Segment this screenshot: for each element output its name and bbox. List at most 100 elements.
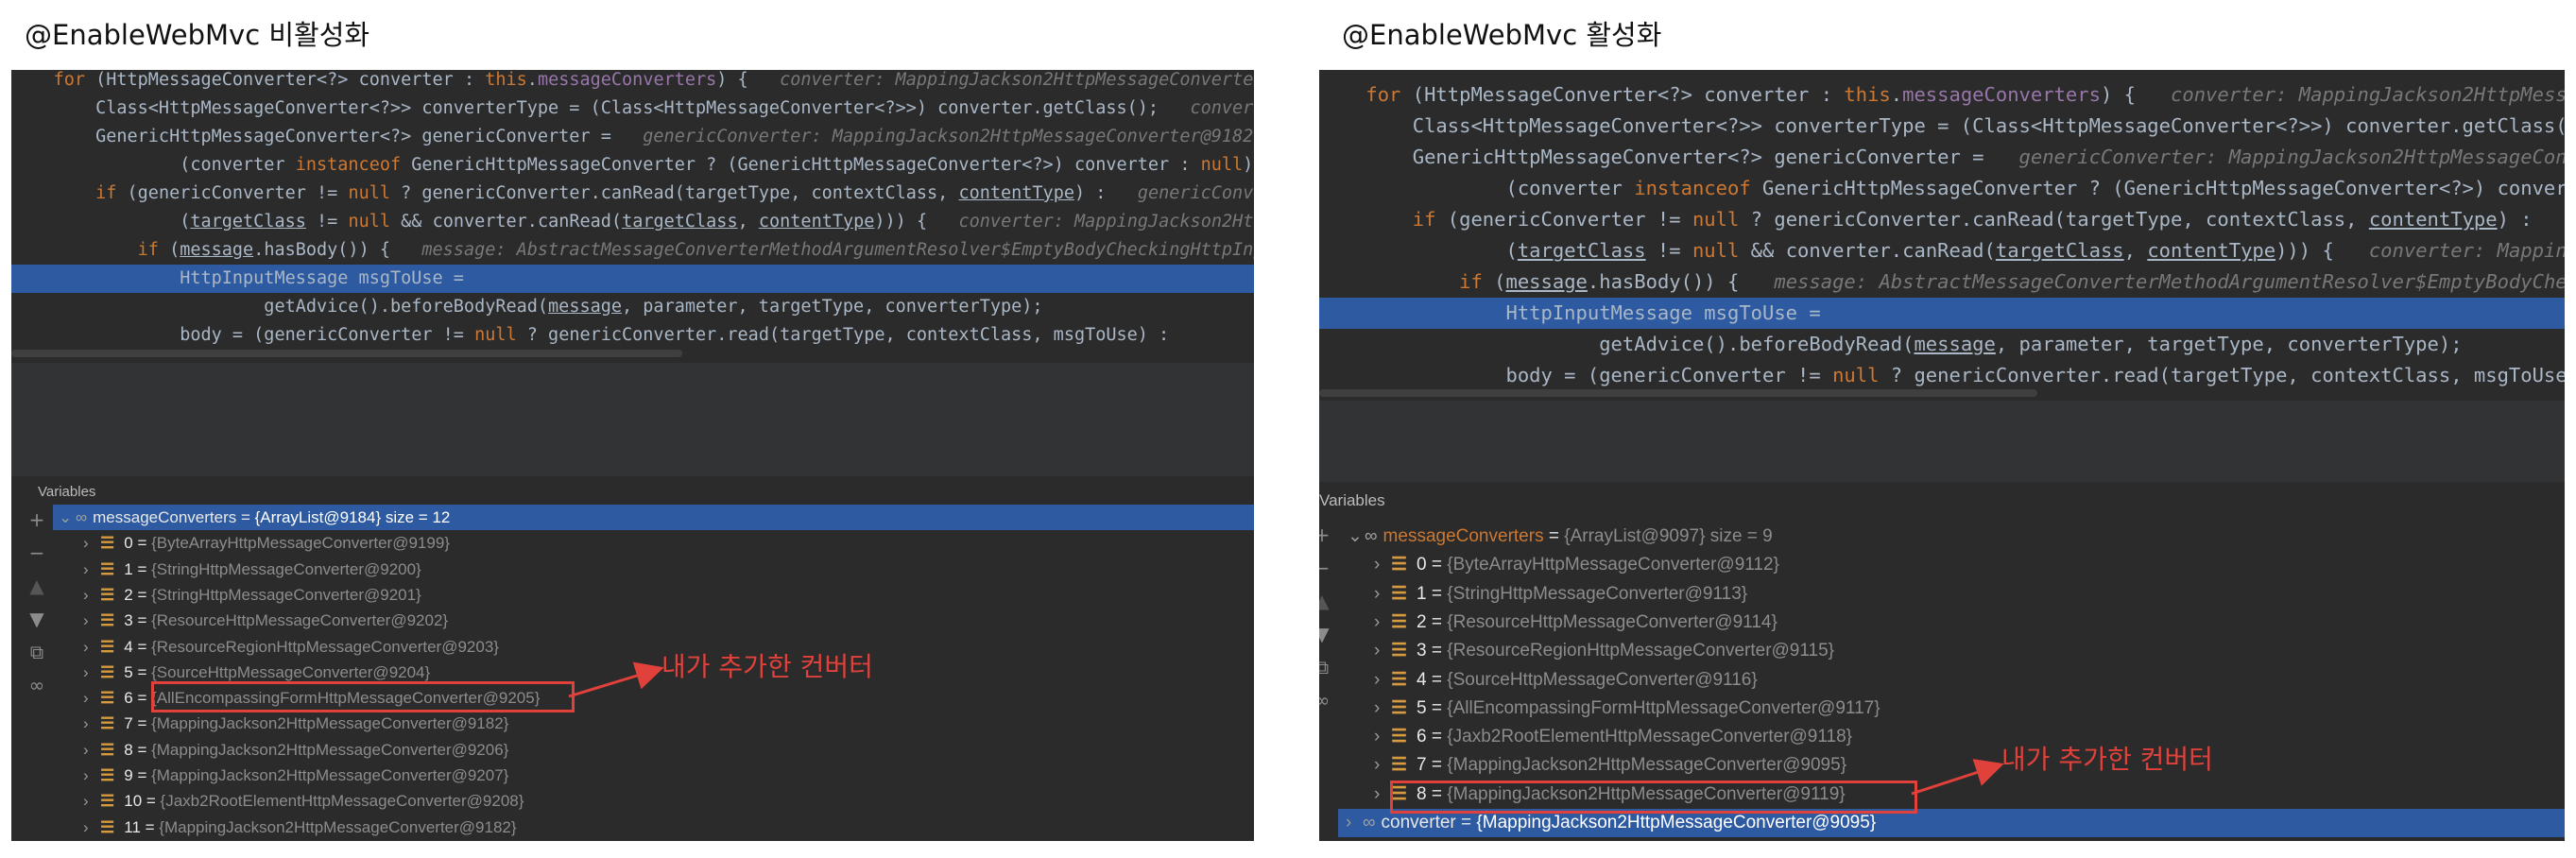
chevron-right-icon[interactable]: ›: [83, 634, 100, 660]
variable-equals: =: [1426, 669, 1448, 690]
code-token: targetClass: [190, 212, 306, 232]
chevron-right-icon[interactable]: ›: [1374, 781, 1391, 809]
variable-row[interactable]: › ☰ 2 = {ResourceHttpMessageConverter@9114…: [1374, 609, 1777, 637]
variable-row[interactable]: › ☰ 10 = {Jaxb2RootElementHttpMessageConve…: [83, 788, 524, 814]
minus-icon[interactable]: −: [26, 541, 47, 564]
chevron-right-icon[interactable]: ›: [1374, 580, 1391, 609]
up-icon[interactable]: ▲: [1319, 590, 1332, 612]
variable-row[interactable]: › ☰ 3 = {ResourceRegionHttpMessageConverte…: [1374, 637, 1834, 665]
code-line: if (message.hasBody()) { message: Abstra…: [1319, 266, 2565, 298]
chevron-right-icon[interactable]: ›: [83, 582, 100, 608]
variable-equals: =: [132, 689, 152, 708]
copy-icon[interactable]: ⧉: [26, 641, 47, 663]
code-token: if: [137, 240, 159, 260]
glasses-icon[interactable]: ∞: [1319, 689, 1332, 712]
variable-row[interactable]: › ☰ 7 = {MappingJackson2HttpMessageConvert…: [83, 711, 508, 736]
variable-equals: =: [132, 637, 152, 656]
plus-icon[interactable]: +: [26, 508, 47, 531]
variable-row[interactable]: › ☰ 3 = {ResourceHttpMessageConverter@9202…: [83, 608, 448, 633]
variable-row[interactable]: › ☰ 0 = {ByteArrayHttpMessageConverter@919…: [83, 530, 450, 556]
code-line: HttpInputMessage msgToUse =: [1319, 298, 2565, 329]
field-icon: ☰: [1391, 583, 1408, 604]
variable-row[interactable]: › ☰ 4 = {ResourceRegionHttpMessageConverte…: [83, 634, 499, 660]
variable-row-root[interactable]: ⌄ ∞ messageConverters = {ArrayList@9097} s…: [1348, 523, 2565, 551]
variable-equals: =: [132, 662, 152, 681]
left-editor-scrollbar[interactable]: [11, 350, 682, 357]
variable-index: 1: [1417, 583, 1427, 604]
chevron-right-icon[interactable]: ›: [57, 840, 74, 841]
field-icon: ☰: [1391, 641, 1408, 661]
variable-row[interactable]: › ☰ 9 = {MappingJackson2HttpMessageConvert…: [83, 763, 508, 788]
variable-equals: =: [1426, 697, 1448, 718]
variable-row[interactable]: › ☰ 11 = {MappingJackson2HttpMessageConver…: [83, 815, 517, 840]
code-token: genericConverter: MappingJackson2HttpMes…: [1137, 183, 1254, 203]
variable-value: {ResourceRegionHttpMessageConverter@9203…: [151, 637, 499, 656]
chevron-right-icon[interactable]: ›: [83, 788, 100, 814]
variable-index: 1: [124, 559, 133, 578]
variable-equals: =: [1426, 755, 1448, 776]
code-token: instanceof: [295, 155, 402, 175]
field-icon: ☰: [100, 766, 115, 784]
field-icon: ☰: [100, 585, 115, 604]
variable-value: {ByteArrayHttpMessageConverter@9199}: [151, 534, 450, 553]
chevron-right-icon[interactable]: ›: [83, 763, 100, 788]
field-icon: ☰: [1391, 669, 1408, 690]
variable-row[interactable]: › ☰ 2 = {StringHttpMessageConverter@9201}: [83, 582, 421, 608]
variable-value: {SourceHttpMessageConverter@9116}: [1447, 669, 1758, 690]
chevron-right-icon[interactable]: ›: [1346, 809, 1363, 837]
variable-row[interactable]: › ☰ 8 = {MappingJackson2HttpMessageConvert…: [83, 737, 508, 763]
chevron-right-icon[interactable]: ›: [1374, 609, 1391, 637]
chevron-right-icon[interactable]: ›: [83, 660, 100, 685]
variable-row[interactable]: › ☰ 1 = {StringHttpMessageConverter@9200}: [83, 557, 421, 582]
field-icon: ☰: [1391, 755, 1408, 776]
chevron-right-icon[interactable]: ›: [1374, 637, 1391, 665]
chevron-right-icon[interactable]: ›: [1374, 695, 1391, 723]
variable-equals: =: [132, 585, 152, 604]
code-line: if (genericConverter != null ? genericCo…: [11, 180, 1254, 208]
minus-icon[interactable]: −: [1319, 557, 1332, 579]
down-icon[interactable]: ▼: [26, 608, 47, 630]
variable-row-root[interactable]: ⌄ ∞ messageConverters = {ArrayList@9184} s…: [53, 505, 1254, 531]
plus-icon[interactable]: +: [1319, 523, 1332, 546]
variable-index: 7: [1417, 755, 1427, 776]
code-token: for: [1365, 83, 1401, 106]
chevron-right-icon[interactable]: ›: [83, 685, 100, 711]
variable-value: {MappingJackson2HttpMessageConverter@920…: [151, 766, 509, 784]
variable-equals: =: [132, 611, 152, 630]
up-icon[interactable]: ▲: [26, 575, 47, 597]
chevron-right-icon[interactable]: ›: [83, 737, 100, 763]
code-line: if (message.hasBody()) { message: Abstra…: [11, 236, 1254, 265]
chevron-down-icon[interactable]: ⌄: [1348, 523, 1365, 551]
variable-row[interactable]: › ☰ 0 = {ByteArrayHttpMessageConverter@911…: [1374, 551, 1779, 579]
chevron-right-icon[interactable]: ›: [1374, 551, 1391, 579]
variable-row[interactable]: › ☰ 6 = {Jaxb2RootElementHttpMessageConver…: [1374, 723, 1852, 751]
variable-row[interactable]: › ☰ 1 = {StringHttpMessageConverter@9113}: [1374, 580, 1747, 609]
down-icon[interactable]: ▼: [1319, 623, 1332, 645]
glasses-icon[interactable]: ∞: [26, 674, 47, 696]
variable-row[interactable]: › ☰ 5 = {AllEncompassingFormHttpMessageCon…: [1374, 695, 1880, 723]
chevron-right-icon[interactable]: ›: [83, 711, 100, 736]
variable-equals: =: [132, 559, 152, 578]
variable-value: {MappingJackson2HttpMessageConverter@920…: [151, 740, 509, 759]
variable-index: 6: [124, 689, 133, 708]
code-token: if: [1412, 208, 1436, 231]
chevron-right-icon[interactable]: ›: [83, 608, 100, 633]
variable-row[interactable]: › ☰ 4 = {SourceHttpMessageConverter@9116}: [1374, 666, 1758, 695]
variable-equals: =: [1426, 611, 1448, 632]
left-panel-divider: [11, 363, 1254, 476]
chevron-right-icon[interactable]: ›: [1374, 751, 1391, 780]
chevron-right-icon[interactable]: ›: [83, 815, 100, 840]
chevron-right-icon[interactable]: ›: [83, 557, 100, 582]
chevron-right-icon[interactable]: ›: [1374, 666, 1391, 695]
variable-equals: =: [236, 508, 255, 526]
left-annotation-text: 내가 추가한 컨버터: [661, 651, 873, 682]
left-code-editor: for (HttpMessageConverter<?> converter :…: [11, 70, 1254, 359]
variable-value: {MappingJackson2HttpMessageConverter@918…: [159, 817, 517, 836]
chevron-right-icon[interactable]: ›: [1374, 723, 1391, 751]
variable-row[interactable]: › ☰ 7 = {MappingJackson2HttpMessageConvert…: [1374, 751, 1846, 780]
chevron-right-icon[interactable]: ›: [83, 530, 100, 556]
variable-row-converter[interactable]: ›∞converter = {MappingJackson2HttpMessag…: [57, 840, 1254, 841]
chevron-down-icon[interactable]: ⌄: [59, 505, 76, 530]
copy-icon[interactable]: ⧉: [1319, 656, 1332, 678]
right-editor-scrollbar[interactable]: [1319, 389, 2037, 397]
